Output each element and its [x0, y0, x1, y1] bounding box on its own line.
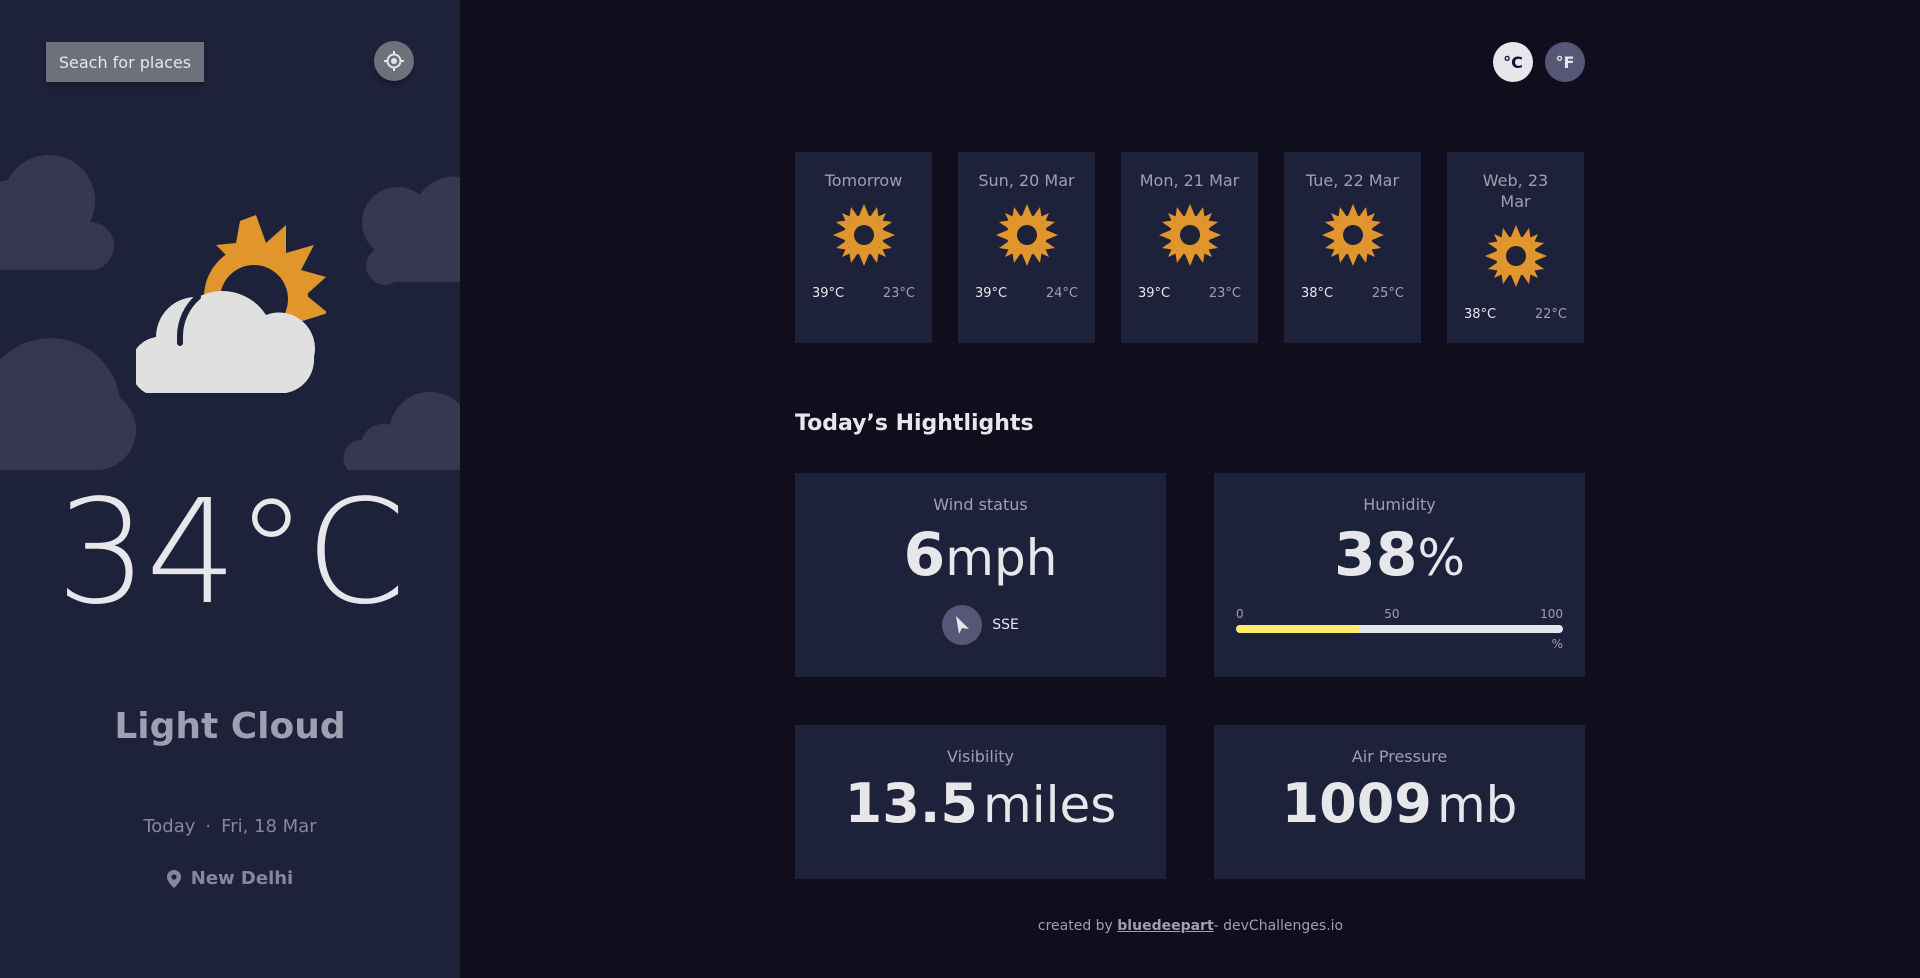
current-temperature: 34°C — [0, 480, 460, 624]
footer-text: created by bluedeepart- devChallenges.io — [795, 918, 1586, 934]
humidity-progress-bar — [1236, 625, 1563, 633]
search-places-button[interactable]: Seach for places — [46, 42, 204, 82]
wind-direction-label: SSE — [992, 617, 1019, 633]
forecast-high: 39°C — [1138, 286, 1171, 301]
forecast-low: 23°C — [882, 286, 915, 301]
forecast-day: Tue, 22 Mar — [1305, 171, 1400, 190]
pressure-value: 1009 — [1281, 772, 1432, 835]
forecast-card: Tomorrow 39°C 23°C — [795, 152, 932, 343]
wind-value: 6 — [903, 520, 946, 590]
sun-icon — [1322, 204, 1384, 266]
sun-icon — [996, 204, 1058, 266]
humidity-progress-fill — [1236, 625, 1361, 633]
sun-icon — [1485, 225, 1547, 287]
main-panel: °C °F Tomorrow 39°C 23°C Sun, 20 Mar 39°… — [460, 0, 1920, 978]
pressure-value-line: 1009 mb — [1214, 777, 1585, 831]
humidity-scale: 0 50 100 — [1236, 607, 1563, 621]
forecast-day: Mon, 21 Mar — [1139, 171, 1240, 190]
humidity-value: 38 — [1333, 520, 1418, 590]
wind-status-card: Wind status 6mph SSE — [795, 473, 1166, 677]
forecast-card: Sun, 20 Mar 39°C 24°C — [958, 152, 1095, 343]
light-cloud-icon — [136, 215, 326, 393]
wind-label: Wind status — [933, 495, 1028, 514]
footer: created by bluedeepart- devChallenges.io — [460, 918, 1586, 934]
air-pressure-card: Air Pressure 1009 mb — [1214, 725, 1585, 879]
forecast-card: Web, 23 Mar 38°C 22°C — [1447, 152, 1584, 343]
forecast-day: Tomorrow — [824, 171, 903, 190]
weather-condition: Light Cloud — [114, 706, 346, 747]
wind-value-line: 6mph — [795, 525, 1166, 585]
sidebar: Seach for places 34°C Light Cloud Today … — [0, 0, 460, 978]
forecast-low: 24°C — [1045, 286, 1078, 301]
visibility-unit: miles — [983, 776, 1117, 834]
forecast-list: Tomorrow 39°C 23°C Sun, 20 Mar 39°C 24°C… — [795, 152, 1584, 343]
footer-suffix: - devChallenges.io — [1213, 918, 1344, 934]
location-name: New Delhi — [190, 868, 294, 889]
gps-icon — [384, 51, 404, 71]
celsius-toggle[interactable]: °C — [1493, 42, 1533, 82]
separator-dot: · — [205, 816, 212, 837]
navigation-arrow-icon — [956, 616, 970, 634]
fahrenheit-toggle[interactable]: °F — [1545, 42, 1585, 82]
humidity-value-line: 38% — [1214, 525, 1585, 585]
today-label: Today — [143, 816, 196, 837]
current-location-button[interactable] — [374, 41, 414, 81]
location-pin-icon — [166, 869, 181, 888]
author-link[interactable]: bluedeepart — [1117, 918, 1213, 934]
wind-unit: mph — [945, 529, 1058, 587]
sun-icon — [1159, 204, 1221, 266]
humidity-card: Humidity 38% 0 50 100 % — [1214, 473, 1585, 677]
wind-direction-badge — [942, 605, 983, 645]
forecast-day: Sun, 20 Mar — [978, 171, 1075, 190]
forecast-low: 25°C — [1371, 286, 1404, 301]
forecast-high: 38°C — [1464, 307, 1497, 322]
visibility-card: Visibility 13.5 miles — [795, 725, 1166, 879]
forecast-high: 39°C — [975, 286, 1008, 301]
forecast-high: 38°C — [1301, 286, 1334, 301]
scale-mid: 50 — [1384, 607, 1400, 621]
forecast-day: Web, 23 Mar — [1482, 171, 1549, 211]
temperature-value: 34 — [56, 468, 237, 636]
wind-direction: SSE — [795, 605, 1166, 645]
location-row: New Delhi — [0, 868, 460, 889]
sun-icon — [833, 204, 895, 266]
current-date: Fri, 18 Mar — [221, 816, 317, 837]
visibility-value: 13.5 — [844, 772, 978, 835]
visibility-value-line: 13.5 miles — [795, 777, 1166, 831]
humidity-scale-unit: % — [1551, 637, 1563, 651]
forecast-card: Mon, 21 Mar 39°C 23°C — [1121, 152, 1258, 343]
scale-max: 100 — [1540, 607, 1563, 621]
humidity-bar-wrap: 0 50 100 % — [1236, 607, 1563, 651]
temperature-unit: °C — [235, 468, 406, 636]
humidity-label: Humidity — [1363, 495, 1436, 514]
footer-prefix: created by — [1037, 918, 1118, 934]
pressure-unit: mb — [1436, 776, 1518, 834]
pressure-label: Air Pressure — [1351, 747, 1448, 766]
scale-min: 0 — [1236, 607, 1244, 621]
highlights-title: Today’s Hightlights — [795, 411, 1034, 436]
forecast-high: 39°C — [812, 286, 845, 301]
forecast-low: 23°C — [1208, 286, 1241, 301]
forecast-low: 22°C — [1534, 307, 1567, 322]
forecast-card: Tue, 22 Mar 38°C 25°C — [1284, 152, 1421, 343]
humidity-unit: % — [1417, 529, 1465, 587]
visibility-label: Visibility — [946, 747, 1015, 766]
date-row: Today · Fri, 18 Mar — [0, 816, 460, 837]
